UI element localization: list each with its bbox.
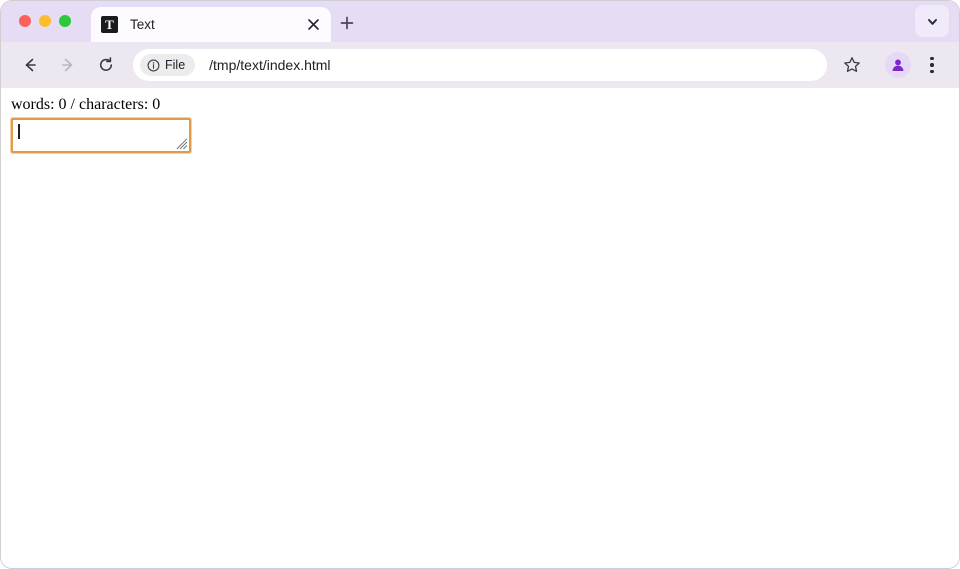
reload-icon[interactable] bbox=[91, 50, 121, 80]
three-dot-menu-icon[interactable] bbox=[919, 52, 945, 78]
address-bar-url: /tmp/text/index.html bbox=[209, 57, 331, 73]
text-caret bbox=[18, 124, 20, 139]
tab-strip: T Text bbox=[1, 1, 959, 42]
text-input-area[interactable] bbox=[11, 118, 191, 153]
favicon-glyph: T bbox=[105, 17, 114, 32]
browser-toolbar: File /tmp/text/index.html bbox=[1, 42, 959, 88]
browser-tab-active[interactable]: T Text bbox=[91, 7, 331, 42]
close-icon[interactable] bbox=[301, 13, 325, 37]
arrow-right-icon bbox=[53, 50, 83, 80]
word-character-counter: words: 0 / characters: 0 bbox=[11, 96, 161, 113]
browser-window: T Text File /tmp/text/index.html words: … bbox=[0, 0, 960, 569]
new-tab-button[interactable] bbox=[335, 11, 359, 35]
file-scheme-label: File bbox=[165, 58, 186, 72]
window-maximize-button[interactable] bbox=[59, 15, 71, 27]
arrow-left-icon[interactable] bbox=[15, 50, 45, 80]
window-minimize-button[interactable] bbox=[39, 15, 51, 27]
address-bar[interactable]: File /tmp/text/index.html bbox=[133, 49, 827, 81]
star-icon[interactable] bbox=[837, 50, 867, 80]
menu-dot bbox=[930, 63, 934, 67]
file-scheme-chip[interactable]: File bbox=[140, 54, 196, 76]
chevron-down-icon[interactable] bbox=[915, 5, 949, 37]
menu-dot bbox=[930, 69, 934, 74]
window-traffic-lights bbox=[19, 15, 71, 27]
tab-title: Text bbox=[130, 17, 155, 32]
menu-dot bbox=[930, 56, 934, 61]
text-document-favicon: T bbox=[101, 16, 118, 33]
person-avatar-icon[interactable] bbox=[885, 52, 911, 78]
window-close-button[interactable] bbox=[19, 15, 31, 27]
resize-grip-icon[interactable] bbox=[176, 138, 188, 150]
page-content: words: 0 / characters: 0 bbox=[1, 88, 959, 568]
info-circle-icon bbox=[147, 59, 160, 71]
